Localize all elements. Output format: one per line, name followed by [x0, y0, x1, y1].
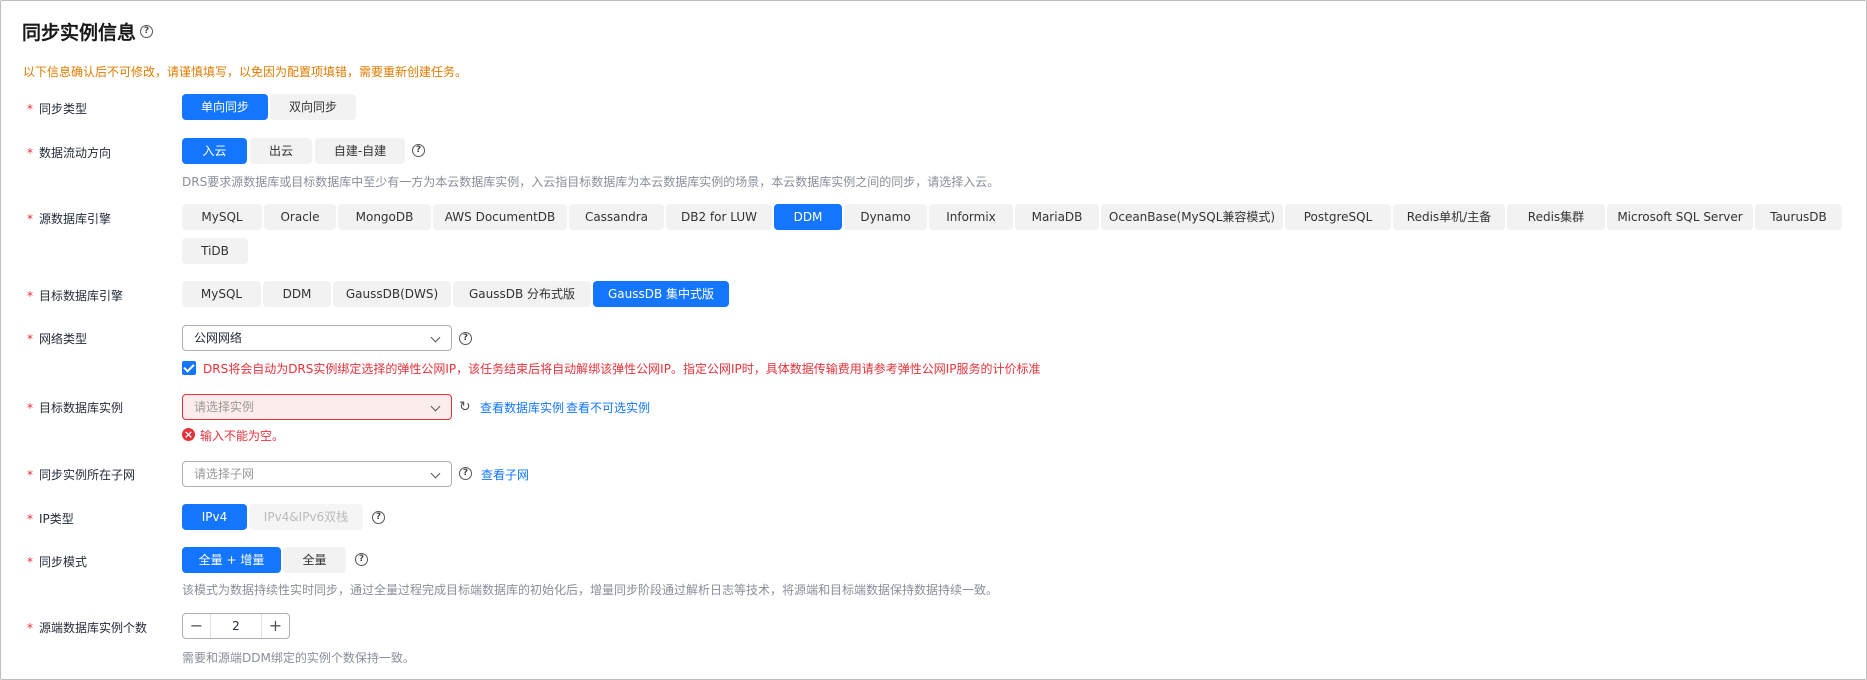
- network-type-select[interactable]: 公网网络: [182, 325, 452, 351]
- target-engine-ddm[interactable]: DDM: [263, 281, 331, 307]
- sync-mode-hint: 该模式为数据持续性实时同步，通过全量过程完成目标端数据库的初始化后，增量同步阶段…: [182, 583, 999, 597]
- source-engine-redis-single[interactable]: Redis单机/主备: [1393, 204, 1505, 230]
- label-source-engine: * 源数据库引擎: [27, 212, 112, 226]
- target-engine-gaussdb-centralized[interactable]: GaussDB 集中式版: [593, 281, 729, 307]
- target-instance-placeholder: 请选择实例: [194, 400, 255, 414]
- source-engine-dynamo[interactable]: Dynamo: [844, 204, 927, 230]
- view-subnet-link[interactable]: 查看子网: [481, 466, 529, 483]
- sync-type-two-way-button[interactable]: 双向同步: [270, 94, 356, 120]
- label-data-flow: * 数据流动方向: [27, 146, 112, 160]
- source-engine-informix[interactable]: Informix: [929, 204, 1013, 230]
- ip-type-ipv4-button[interactable]: IPv4: [182, 504, 247, 530]
- label-sync-type: * 同步类型: [27, 102, 88, 116]
- chevron-down-icon: [430, 468, 441, 479]
- source-engine-oracle[interactable]: Oracle: [264, 204, 336, 230]
- source-engine-redis-cluster[interactable]: Redis集群: [1507, 204, 1605, 230]
- help-circle-icon[interactable]: ?: [372, 511, 385, 524]
- source-engine-tidb[interactable]: TiDB: [182, 238, 248, 264]
- sync-type-one-way-button[interactable]: 单向同步: [182, 94, 268, 120]
- label-target-engine: * 目标数据库引擎: [27, 289, 124, 303]
- source-engine-aws-documentdb[interactable]: AWS DocumentDB: [433, 204, 567, 230]
- chevron-down-icon: [430, 332, 441, 343]
- label-ip-type: * IP类型: [27, 512, 74, 526]
- source-count-hint: 需要和源端DDM绑定的实例个数保持一致。: [182, 651, 415, 665]
- label-sync-mode: * 同步模式: [27, 555, 88, 569]
- source-count-value[interactable]: 2: [210, 614, 262, 638]
- source-engine-mariadb[interactable]: MariaDB: [1015, 204, 1099, 230]
- target-engine-gaussdb-dws[interactable]: GaussDB(DWS): [333, 281, 451, 307]
- help-circle-icon[interactable]: ?: [355, 553, 368, 566]
- target-instance-select[interactable]: 请选择实例: [182, 394, 452, 420]
- label-target-instance: * 目标数据库实例: [27, 401, 124, 415]
- subnet-placeholder: 请选择子网: [194, 467, 255, 481]
- target-engine-gaussdb-distributed[interactable]: GaussDB 分布式版: [453, 281, 591, 307]
- sync-mode-full-incremental-button[interactable]: 全量 + 增量: [182, 547, 281, 573]
- network-type-value: 公网网络: [194, 331, 243, 345]
- view-unavailable-instances-link[interactable]: 查看不可选实例: [566, 399, 650, 416]
- sync-instance-panel: 同步实例信息 ? 以下信息确认后不可修改，请谨慎填写，以免因为配置项填错，需要重…: [0, 0, 1867, 680]
- source-engine-cassandra[interactable]: Cassandra: [569, 204, 664, 230]
- help-circle-icon[interactable]: ?: [140, 25, 153, 38]
- target-engine-mysql[interactable]: MySQL: [182, 281, 261, 307]
- source-engine-postgresql[interactable]: PostgreSQL: [1285, 204, 1391, 230]
- notice-text: 以下信息确认后不可修改，请谨慎填写，以免因为配置项填错，需要重新创建任务。: [23, 65, 468, 79]
- refresh-icon[interactable]: ↻: [459, 399, 471, 415]
- sync-mode-full-button[interactable]: 全量: [283, 547, 346, 573]
- source-engine-db2-luw[interactable]: DB2 for LUW: [666, 204, 772, 230]
- eip-notice-text: DRS将会自动为DRS实例绑定选择的弹性公网IP，该任务结束后将自动解绑该弹性公…: [203, 362, 1041, 376]
- source-engine-mongodb[interactable]: MongoDB: [338, 204, 431, 230]
- help-circle-icon[interactable]: ?: [459, 467, 472, 480]
- error-circle-icon: ×: [182, 428, 195, 441]
- ip-type-dual-stack-button: IPv4&IPv6双栈: [249, 504, 363, 530]
- source-count-stepper[interactable]: − 2 +: [182, 613, 290, 639]
- page-title: 同步实例信息 ?: [22, 18, 153, 45]
- help-circle-icon[interactable]: ?: [412, 144, 425, 157]
- data-flow-self-built-button[interactable]: 自建-自建: [315, 138, 405, 164]
- source-engine-ddm[interactable]: DDM: [774, 204, 842, 230]
- eip-auto-bind-checkbox[interactable]: [182, 361, 196, 375]
- plus-icon[interactable]: +: [261, 614, 289, 638]
- source-engine-mysql[interactable]: MySQL: [182, 204, 262, 230]
- subnet-select[interactable]: 请选择子网: [182, 461, 452, 487]
- minus-icon[interactable]: −: [183, 614, 211, 638]
- chevron-down-icon: [430, 401, 441, 412]
- view-db-instances-link[interactable]: 查看数据库实例: [480, 399, 564, 416]
- page-title-text: 同步实例信息: [22, 22, 137, 44]
- label-source-count: * 源端数据库实例个数: [27, 621, 148, 635]
- data-flow-out-cloud-button[interactable]: 出云: [250, 138, 312, 164]
- data-flow-hint: DRS要求源数据库或目标数据库中至少有一方为本云数据库实例，入云指目标数据库为本…: [182, 175, 1000, 189]
- help-circle-icon[interactable]: ?: [459, 332, 472, 345]
- source-engine-taurusdb[interactable]: TaurusDB: [1755, 204, 1842, 230]
- source-engine-sqlserver[interactable]: Microsoft SQL Server: [1607, 204, 1753, 230]
- target-instance-error: 输入不能为空。: [200, 429, 285, 443]
- label-subnet: * 同步实例所在子网: [27, 468, 136, 482]
- label-network-type: * 网络类型: [27, 332, 88, 346]
- data-flow-into-cloud-button[interactable]: 入云: [182, 138, 247, 164]
- source-engine-oceanbase[interactable]: OceanBase(MySQL兼容模式): [1101, 204, 1283, 230]
